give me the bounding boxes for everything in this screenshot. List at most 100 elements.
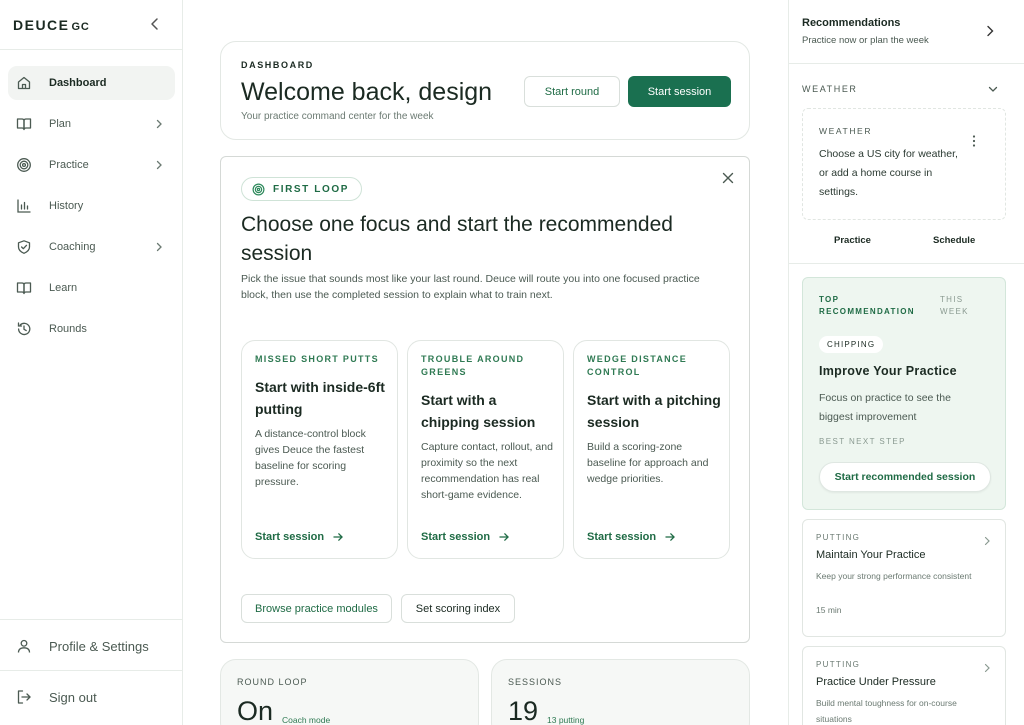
start-session-label: Start session [587, 531, 657, 543]
stat-note: 13 putting [547, 715, 585, 725]
focus-option-title: Start with inside-6ft putting [255, 379, 385, 417]
sidebar-item-coaching[interactable]: Coaching [8, 230, 175, 264]
first-loop-label: FIRST LOOP [273, 183, 349, 195]
sidebar-item-label: Practice [49, 159, 89, 171]
recommendation-duration: 15 min [816, 605, 842, 615]
focus-option-tag: MISSED SHORT PUTTS [255, 354, 379, 364]
sidebar-item-dashboard[interactable]: Dashboard [8, 66, 175, 100]
focus-option-wedge[interactable]: WEDGE DISTANCE CONTROL Start with a pitc… [573, 340, 730, 559]
recommendation-item[interactable]: PUTTING Maintain Your Practice Keep your… [802, 519, 1006, 637]
sign-out-icon [16, 689, 32, 705]
user-icon [16, 638, 32, 654]
focus-option-tag: TROUBLE AROUND GREENS [421, 354, 525, 377]
brand-suffix: GC [71, 21, 90, 33]
sign-out-button[interactable]: Sign out [8, 680, 175, 714]
top-recommendation-description: Focus on practice to see the biggest imp… [819, 392, 951, 423]
sidebar-divider [0, 49, 182, 50]
sidebar-item-practice[interactable]: Practice [8, 148, 175, 182]
focus-option-start-link[interactable]: Start session [421, 531, 510, 543]
stat-value: 19 [508, 696, 539, 725]
chevron-right-icon [153, 159, 165, 171]
start-session-button[interactable]: Start session [628, 76, 731, 107]
sidebar-item-history[interactable]: History [8, 189, 175, 223]
first-loop-title: Choose one focus and start the recommend… [241, 213, 673, 265]
browse-practice-modules-button[interactable]: Browse practice modules [241, 594, 392, 623]
bar-chart-icon [16, 198, 32, 214]
start-round-button[interactable]: Start round [524, 76, 620, 107]
sidebar: DEUCEGC Dashboard Plan Practice History [0, 0, 183, 725]
weather-section-header[interactable]: WEATHER [802, 84, 858, 94]
collapse-sidebar-icon[interactable] [147, 16, 163, 32]
arrow-right-icon [498, 531, 510, 543]
recommendation-description: Keep your strong performance consistent [816, 571, 972, 581]
weather-card-text: Choose a US city for weather, or add a h… [819, 148, 958, 198]
focus-option-start-link[interactable]: Start session [587, 531, 676, 543]
page-subtitle: Your practice command center for the wee… [241, 111, 434, 122]
best-next-step-label: BEST NEXT STEP [819, 437, 906, 446]
chevron-right-icon [982, 536, 992, 546]
sidebar-item-plan[interactable]: Plan [8, 107, 175, 141]
page-title: Welcome back, design [241, 78, 493, 106]
profile-settings-link[interactable]: Profile & Settings [8, 629, 175, 663]
tab-schedule[interactable]: Schedule [933, 235, 975, 246]
weather-card-eyebrow: WEATHER [819, 126, 873, 136]
first-loop-card: FIRST LOOP Choose one focus and start th… [220, 156, 750, 643]
book-open-icon [16, 116, 32, 132]
arrow-right-icon [664, 531, 676, 543]
book-icon [16, 280, 32, 296]
tab-practice[interactable]: Practice [834, 235, 871, 246]
top-recommendation-title: Improve Your Practice [819, 364, 957, 378]
chevron-right-icon [982, 663, 992, 673]
brand-name: DEUCE [13, 17, 70, 33]
chevron-down-icon[interactable] [987, 83, 999, 95]
sidebar-item-learn[interactable]: Learn [8, 271, 175, 305]
recommendations-panel: Recommendations Practice now or plan the… [788, 0, 1024, 725]
recommendations-title: Recommendations [802, 17, 901, 29]
home-icon [16, 75, 32, 91]
focus-option-description: A distance-control block gives Deuce the… [255, 428, 366, 488]
start-session-label: Start session [421, 531, 491, 543]
sign-out-label: Sign out [49, 689, 97, 705]
stat-label: SESSIONS [508, 677, 563, 687]
sidebar-divider [0, 670, 182, 671]
weather-card: WEATHER Choose a US city for weather, or… [802, 108, 1006, 220]
sidebar-item-rounds[interactable]: Rounds [8, 312, 175, 346]
round-loop-stat: ROUND LOOP On Coach mode [220, 659, 479, 725]
this-week-label: THIS WEEK [940, 295, 969, 316]
category-chip: CHIPPING [819, 336, 884, 353]
focus-option-chipping[interactable]: TROUBLE AROUND GREENS Start with a chipp… [407, 340, 564, 559]
stat-label: ROUND LOOP [237, 677, 308, 687]
start-recommended-session-button[interactable]: Start recommended session [819, 462, 991, 492]
chevron-right-icon[interactable] [983, 24, 997, 38]
focus-option-tag: WEDGE DISTANCE CONTROL [587, 354, 688, 377]
target-icon [252, 183, 265, 196]
arrow-right-icon [332, 531, 344, 543]
more-options-icon[interactable] [967, 134, 981, 148]
chevron-right-icon [153, 241, 165, 253]
focus-option-title: Start with a pitching session [587, 392, 721, 430]
recommendation-title: Maintain Your Practice [816, 549, 926, 561]
sidebar-item-label: Learn [49, 282, 78, 294]
start-session-label: Start session [255, 531, 325, 543]
focus-option-start-link[interactable]: Start session [255, 531, 344, 543]
sidebar-item-label: Rounds [49, 323, 87, 335]
stat-note: Coach mode [282, 715, 331, 725]
recommendation-item[interactable]: PUTTING Practice Under Pressure Build me… [802, 646, 1006, 725]
sessions-stat: SESSIONS 19 13 putting [491, 659, 750, 725]
page-eyebrow: DASHBOARD [241, 60, 314, 70]
chevron-right-icon [153, 118, 165, 130]
recommendation-title: Practice Under Pressure [816, 676, 936, 688]
top-recommendation-tag: TOP RECOMMENDATION [819, 295, 915, 316]
stat-value: On [237, 696, 274, 725]
welcome-card: DASHBOARD Welcome back, design Your prac… [220, 41, 750, 140]
target-icon [16, 157, 32, 173]
brand-logo[interactable]: DEUCE GC [13, 17, 90, 33]
focus-option-putting[interactable]: MISSED SHORT PUTTS Start with inside-6ft… [241, 340, 398, 559]
close-icon[interactable] [721, 171, 735, 185]
set-scoring-index-button[interactable]: Set scoring index [401, 594, 515, 623]
recommendations-subtitle: Practice now or plan the week [802, 35, 929, 46]
sidebar-item-label: Plan [49, 118, 72, 130]
first-loop-description: Pick the issue that sounds most like you… [241, 273, 700, 301]
focus-option-description: Capture contact, rollout, and proximity … [421, 441, 553, 501]
top-recommendation-card: TOP RECOMMENDATION THIS WEEK CHIPPING Im… [802, 277, 1006, 510]
